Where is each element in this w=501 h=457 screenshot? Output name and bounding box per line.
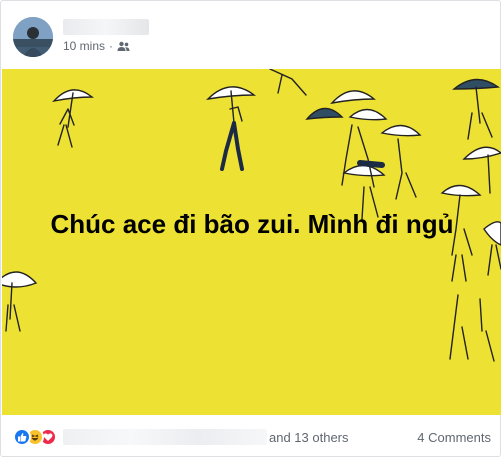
friends-icon[interactable] xyxy=(117,40,131,52)
reactor-names-redacted[interactable] xyxy=(63,429,267,445)
meta-separator: · xyxy=(109,39,114,53)
author-avatar[interactable] xyxy=(13,17,53,57)
post-footer: and 13 others 4 Comments xyxy=(13,425,491,449)
status-background: Chúc ace đi bão zui. Mình đi ngủ xyxy=(2,69,501,415)
avatar-photo xyxy=(13,17,53,57)
author-name-redacted[interactable] xyxy=(63,19,149,35)
reaction-others-link[interactable]: and 13 others xyxy=(269,430,349,445)
post-timestamp[interactable]: 10 mins xyxy=(63,39,105,53)
post-header: 10 mins · xyxy=(13,15,483,61)
comments-count-link[interactable]: 4 Comments xyxy=(417,430,491,445)
status-text: Chúc ace đi bão zui. Mình đi ngủ xyxy=(50,209,454,239)
reaction-icons[interactable] xyxy=(13,428,57,446)
post-meta: 10 mins · xyxy=(63,39,131,53)
feed-post: 10 mins · Chúc ace đi bão zui. Mình đi n… xyxy=(0,0,501,457)
like-icon xyxy=(13,428,31,446)
